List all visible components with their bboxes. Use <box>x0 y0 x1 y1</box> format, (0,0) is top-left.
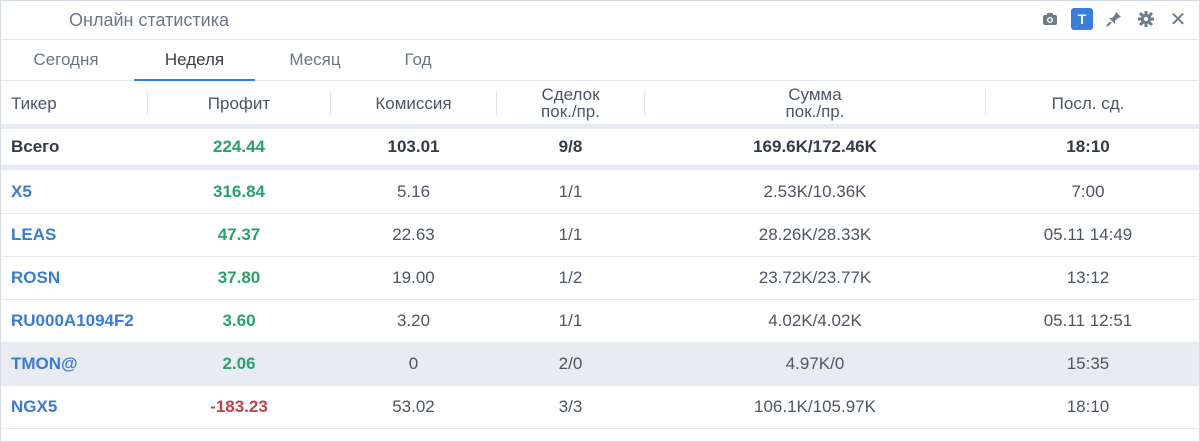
cell-commission: 19.00 <box>392 268 435 287</box>
cell-ticker[interactable]: LEAS <box>1 214 146 256</box>
tab-year[interactable]: Год <box>375 40 461 79</box>
gear-icon[interactable] <box>1135 8 1157 30</box>
cell-last: 18:10 <box>1066 397 1110 416</box>
title-bar: Онлайн статистика T ✕ <box>1 1 1199 40</box>
cell-sum: 4.02K/4.02K <box>768 311 862 330</box>
table-row[interactable]: LEAS 47.37 22.63 1/1 28.26K/28.33K 05.11 14:4… <box>1 214 1199 257</box>
total-deals: 9/8 <box>558 137 583 156</box>
cell-commission: 5.16 <box>396 182 431 201</box>
cell-sum: 23.72K/23.77K <box>758 268 872 287</box>
pin-icon[interactable] <box>1103 8 1125 30</box>
tab-month[interactable]: Месяц <box>255 40 375 79</box>
total-last-deal: 18:10 <box>1066 137 1110 156</box>
header-commission[interactable]: Комиссия <box>331 81 496 125</box>
cell-profit: 2.06 <box>222 354 256 373</box>
total-commission: 103.01 <box>387 137 440 156</box>
total-label: Всего <box>11 137 60 156</box>
cell-commission: 0 <box>408 354 419 373</box>
cell-profit: -183.23 <box>210 397 268 416</box>
total-separator <box>1 165 1199 170</box>
cell-deals: 1/1 <box>558 225 583 244</box>
header-profit[interactable]: Профит <box>148 81 330 125</box>
cell-last: 05.11 14:49 <box>1043 225 1133 244</box>
cell-last: 05.11 12:51 <box>1043 311 1133 330</box>
cell-deals: 1/2 <box>558 268 583 287</box>
cell-deals: 3/3 <box>558 397 583 416</box>
camera-icon[interactable] <box>1039 8 1061 30</box>
header-deals-line1: Сделок <box>541 85 600 104</box>
tab-today[interactable]: Сегодня <box>1 40 131 79</box>
period-tabs: Сегодня Неделя Месяц Год <box>1 40 1199 81</box>
cell-ticker[interactable]: X5 <box>1 171 146 213</box>
cell-last: 15:35 <box>1066 354 1110 373</box>
table-header: Тикер Профит Комиссия Сделок пок./пр. Су… <box>1 81 1199 125</box>
header-last-deal[interactable]: Посл. сд. <box>986 81 1190 125</box>
stats-window: Онлайн статистика T ✕ Сегодня Неделя Мес… <box>0 0 1200 442</box>
table-row[interactable]: NGX5 -183.23 53.02 3/3 106.1K/105.97K 18:10 <box>1 386 1199 429</box>
header-deals-line2: пок./пр. <box>541 102 600 121</box>
table-row[interactable]: ROSN 37.80 19.00 1/2 23.72K/23.77K 13:12 <box>1 257 1199 300</box>
cell-commission: 22.63 <box>392 225 435 244</box>
table-row[interactable]: X5 316.84 5.16 1/1 2.53K/10.36K 7:00 <box>1 171 1199 214</box>
cell-commission: 53.02 <box>392 397 435 416</box>
cell-profit: 37.80 <box>217 268 261 287</box>
cell-deals: 1/1 <box>558 182 583 201</box>
cell-deals: 2/0 <box>558 354 583 373</box>
title-bar-icons: T ✕ <box>1039 8 1189 31</box>
header-sum-line1: Сумма <box>788 85 842 104</box>
header-deals[interactable]: Сделок пок./пр. <box>497 81 644 125</box>
cell-sum: 28.26K/28.33K <box>758 225 872 244</box>
cell-profit: 316.84 <box>213 182 265 201</box>
cell-ticker[interactable]: ROSN <box>1 257 146 299</box>
cell-deals: 1/1 <box>558 311 583 330</box>
header-sum-line2: пок./пр. <box>785 102 845 121</box>
cell-ticker[interactable]: NGX5 <box>1 386 146 428</box>
total-row[interactable]: Всего 224.44 103.01 9/8 169.6K/172.46K 1… <box>1 129 1199 165</box>
header-ticker[interactable]: Тикер <box>1 81 146 125</box>
table-row[interactable]: TMON@ 2.06 0 2/0 4.97K/0 15:35 <box>1 343 1199 386</box>
cell-sum: 2.53K/10.36K <box>763 182 867 201</box>
total-profit: 224.44 <box>213 137 265 156</box>
cell-last: 13:12 <box>1066 268 1110 287</box>
close-icon[interactable]: ✕ <box>1167 8 1189 31</box>
header-sum[interactable]: Сумма пок./пр. <box>645 81 985 125</box>
cell-sum: 106.1K/105.97K <box>754 397 876 416</box>
tab-week[interactable]: Неделя <box>134 40 255 81</box>
table-row[interactable]: RU000A1094F2 3.60 3.20 1/1 4.02K/4.02K 05.11 … <box>1 300 1199 343</box>
total-sum: 169.6K/172.46K <box>753 137 877 156</box>
cell-ticker[interactable]: RU000A1094F2 <box>1 300 146 342</box>
t-icon[interactable]: T <box>1071 8 1093 30</box>
cell-sum: 4.97K/0 <box>785 354 845 373</box>
cell-commission: 3.20 <box>396 311 431 330</box>
window-title: Онлайн статистика <box>69 10 229 30</box>
cell-ticker[interactable]: TMON@ <box>1 343 146 385</box>
cell-profit: 47.37 <box>217 225 261 244</box>
cell-profit: 3.60 <box>222 311 256 330</box>
cell-last: 7:00 <box>1071 182 1105 201</box>
